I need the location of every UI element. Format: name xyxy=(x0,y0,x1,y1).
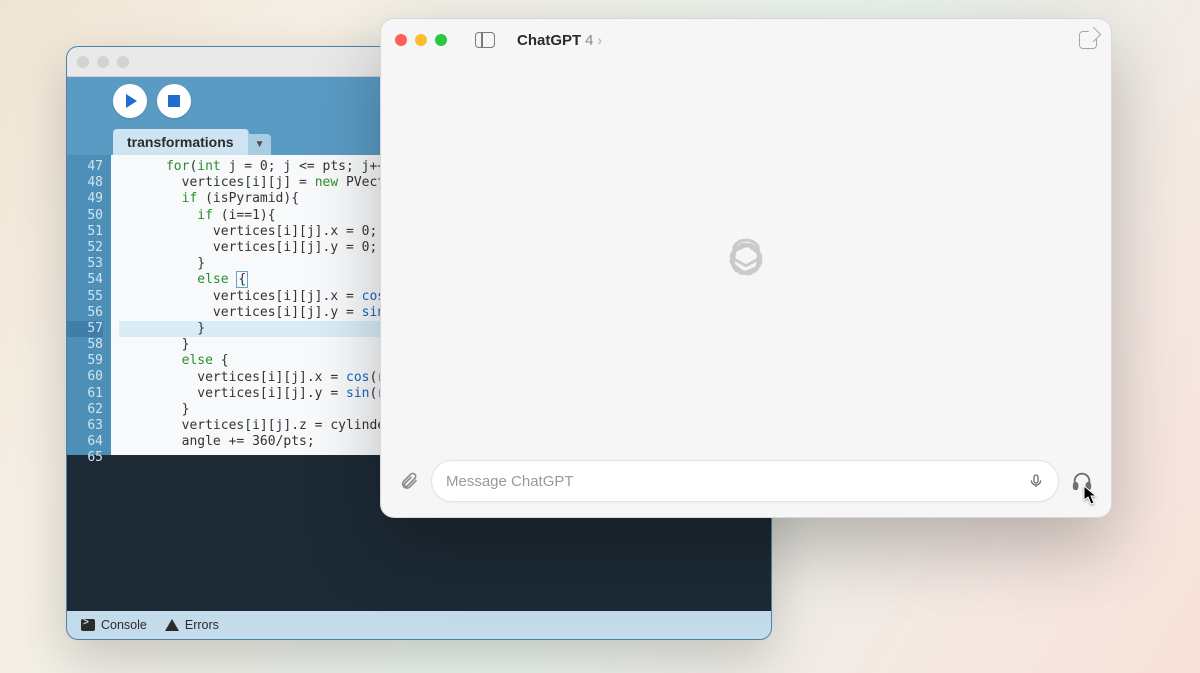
chat-input-bar xyxy=(381,457,1111,517)
warning-icon xyxy=(165,619,179,631)
close-button[interactable] xyxy=(395,34,407,46)
model-selector[interactable]: ChatGPT 4 › xyxy=(517,32,602,49)
traffic-light-dimmed xyxy=(77,56,89,68)
new-chat-icon[interactable] xyxy=(1079,31,1097,49)
microphone-icon[interactable] xyxy=(1028,471,1044,491)
chat-body-empty xyxy=(381,61,1111,457)
headphones-icon[interactable] xyxy=(1071,470,1093,492)
chatgpt-window: ChatGPT 4 › xyxy=(380,18,1112,518)
chatgpt-titlebar: ChatGPT 4 › xyxy=(381,19,1111,61)
message-input-container xyxy=(431,460,1059,502)
minimize-button[interactable] xyxy=(415,34,427,46)
errors-tab-label: Errors xyxy=(185,618,219,632)
openai-logo-icon xyxy=(719,232,773,286)
run-button[interactable] xyxy=(113,84,147,118)
chevron-right-icon: › xyxy=(598,32,603,48)
stop-icon xyxy=(168,95,180,107)
traffic-light-dimmed xyxy=(117,56,129,68)
console-tab-label: Console xyxy=(101,618,147,632)
ide-tab-active[interactable]: transformations xyxy=(113,129,249,155)
maximize-button[interactable] xyxy=(435,34,447,46)
tab-dropdown-button[interactable]: ▼ xyxy=(249,134,271,155)
stop-button[interactable] xyxy=(157,84,191,118)
app-name-label: ChatGPT xyxy=(517,32,581,49)
console-icon xyxy=(81,619,95,631)
ide-traffic-lights-disabled xyxy=(77,56,129,68)
attachment-icon[interactable] xyxy=(399,470,419,492)
errors-tab[interactable]: Errors xyxy=(165,618,219,632)
traffic-lights xyxy=(395,34,447,46)
message-input[interactable] xyxy=(446,473,1018,490)
traffic-light-dimmed xyxy=(97,56,109,68)
model-label: 4 xyxy=(585,32,593,49)
console-tab[interactable]: Console xyxy=(81,618,147,632)
line-number-gutter: 47484950515253545556575859606162636465 xyxy=(67,155,111,455)
play-icon xyxy=(126,94,137,108)
sidebar-toggle-icon[interactable] xyxy=(475,32,495,48)
console-tab-bar: Console Errors xyxy=(67,611,771,639)
